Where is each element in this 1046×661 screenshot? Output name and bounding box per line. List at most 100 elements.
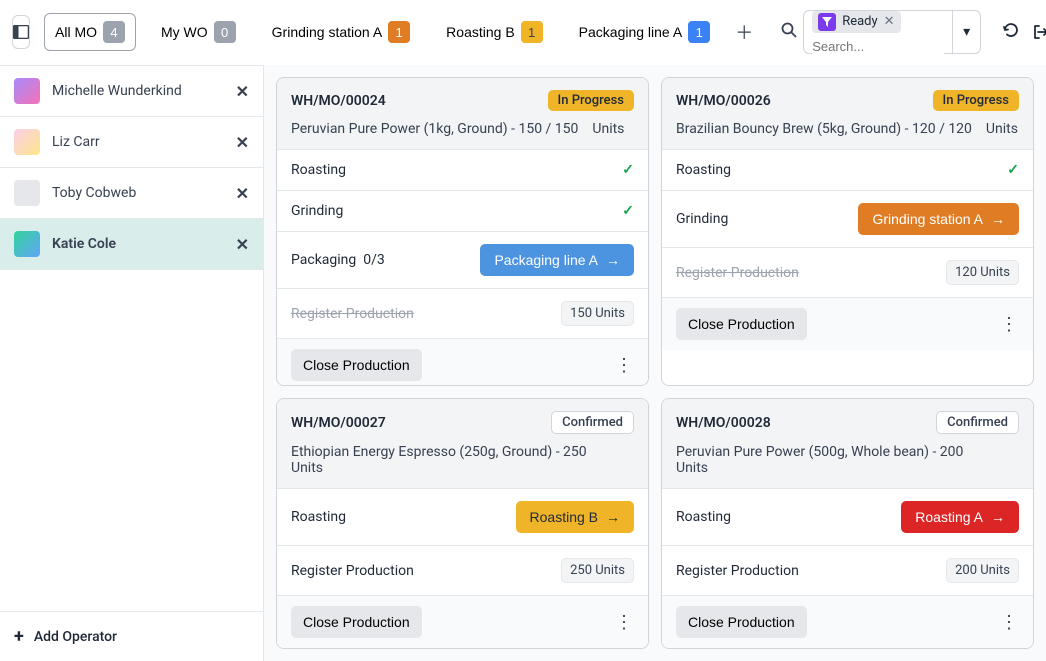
filter-icon — [818, 13, 836, 31]
close-production-button[interactable]: Close Production — [676, 308, 807, 340]
register-production-row: Register Production 250 Units — [277, 546, 648, 596]
search-input[interactable] — [812, 39, 944, 54]
chevron-down-icon: ▾ — [963, 24, 970, 40]
operator-row[interactable]: Toby Cobweb ✕ — [0, 168, 263, 219]
arrow-right-icon: → — [991, 211, 1005, 227]
search-box[interactable]: Ready ✕ — [803, 10, 953, 54]
close-button[interactable]: Close — [1033, 24, 1046, 40]
remove-operator-icon[interactable]: ✕ — [236, 82, 249, 101]
status-badge: Confirmed — [936, 411, 1019, 434]
register-label: Register Production — [291, 563, 414, 579]
operator-row[interactable]: Liz Carr ✕ — [0, 117, 263, 168]
search-filter-chip[interactable]: Ready ✕ — [812, 11, 900, 33]
mo-description: Ethiopian Energy Espresso (250g, Ground)… — [291, 444, 634, 476]
units-value: 250 Units — [561, 558, 634, 583]
refresh-icon — [1003, 22, 1019, 38]
station-button[interactable]: Roasting A → — [901, 501, 1019, 533]
work-order-row: Grinding ✓ — [277, 191, 648, 232]
close-production-button[interactable]: Close Production — [291, 349, 422, 381]
add-tab-button[interactable]: ＋ — [735, 18, 753, 46]
plus-icon: ＋ — [735, 19, 753, 45]
top-bar: All MO 4 My WO 0 Grinding station A 1 Ro… — [0, 0, 1046, 65]
tab-count-badge: 1 — [388, 21, 410, 43]
tab-count-badge: 1 — [521, 21, 543, 43]
avatar — [14, 129, 40, 155]
operator-row[interactable]: Katie Cole ✕ — [0, 219, 263, 270]
mo-card-grid: WH/MO/00024 In Progress Peruvian Pure Po… — [264, 65, 1046, 661]
operator-name: Toby Cobweb — [52, 185, 224, 201]
station-button[interactable]: Grinding station A → — [858, 203, 1019, 235]
search-icon — [781, 22, 797, 42]
status-badge: Confirmed — [551, 411, 634, 434]
register-production-row: Register Production 200 Units — [662, 546, 1033, 596]
close-production-button[interactable]: Close Production — [676, 606, 807, 638]
avatar — [14, 180, 40, 206]
work-order-row: Roasting Roasting A → — [662, 489, 1033, 546]
add-operator-label: Add Operator — [34, 629, 117, 645]
register-label: Register Production — [676, 265, 799, 281]
tab-label: My WO — [161, 24, 208, 40]
operator-name: Katie Cole — [52, 236, 224, 252]
check-icon: ✓ — [1007, 162, 1019, 178]
operator-name: Liz Carr — [52, 134, 224, 150]
work-order-row: Packaging 0/3 Packaging line A → — [277, 232, 648, 289]
mo-description: Peruvian Pure Power (1kg, Ground) - 150 … — [291, 121, 634, 137]
work-order-row: Grinding Grinding station A → — [662, 191, 1033, 248]
wo-label: Roasting — [676, 509, 731, 525]
mo-description: Brazilian Bouncy Brew (5kg, Ground) - 12… — [676, 121, 1019, 137]
close-production-button[interactable]: Close Production — [291, 606, 422, 638]
arrow-right-icon: → — [606, 252, 620, 268]
tab-all-mo[interactable]: All MO 4 — [44, 13, 136, 51]
tab-label: Roasting B — [446, 24, 514, 40]
tab-grinding-a[interactable]: Grinding station A 1 — [261, 13, 422, 51]
tab-my-wo[interactable]: My WO 0 — [150, 13, 247, 51]
remove-operator-icon[interactable]: ✕ — [236, 133, 249, 152]
operator-row[interactable]: Michelle Wunderkind ✕ — [0, 66, 263, 117]
chip-remove-icon[interactable]: ✕ — [884, 14, 895, 29]
work-order-row: Roasting ✓ — [662, 150, 1033, 191]
avatar — [14, 231, 40, 257]
kebab-menu-icon[interactable]: ⋮ — [999, 314, 1019, 335]
remove-operator-icon[interactable]: ✕ — [236, 184, 249, 203]
logout-icon — [1033, 24, 1046, 40]
toggle-sidebar-button[interactable] — [12, 15, 30, 49]
panel-icon — [13, 25, 29, 39]
mo-card: WH/MO/00027 Confirmed Ethiopian Energy E… — [276, 398, 649, 649]
tab-label: Grinding station A — [272, 24, 383, 40]
wo-label: Grinding — [676, 211, 728, 227]
mo-card: WH/MO/00028 Confirmed Peruvian Pure Powe… — [661, 398, 1034, 649]
wo-label: Packaging 0/3 — [291, 252, 385, 268]
wo-label: Grinding — [291, 203, 343, 219]
wo-label: Roasting — [291, 509, 346, 525]
operator-name: Michelle Wunderkind — [52, 83, 224, 99]
refresh-button[interactable] — [1003, 22, 1019, 42]
register-label: Register Production — [291, 306, 414, 322]
remove-operator-icon[interactable]: ✕ — [236, 235, 249, 254]
station-button[interactable]: Packaging line A → — [480, 244, 634, 276]
units-value: 200 Units — [946, 558, 1019, 583]
tab-packaging-a[interactable]: Packaging line A 1 — [568, 13, 722, 51]
kebab-menu-icon[interactable]: ⋮ — [614, 355, 634, 376]
plus-icon: + — [14, 626, 24, 647]
mo-card: WH/MO/00026 In Progress Brazilian Bouncy… — [661, 77, 1034, 386]
wo-label: Roasting — [676, 162, 731, 178]
check-icon: ✓ — [622, 203, 634, 219]
mo-number: WH/MO/00024 — [291, 93, 386, 109]
chip-label: Ready — [842, 14, 877, 29]
register-production-row: Register Production 150 Units — [277, 289, 648, 339]
mo-number: WH/MO/00027 — [291, 415, 386, 431]
arrow-right-icon: → — [991, 509, 1005, 525]
kebab-menu-icon[interactable]: ⋮ — [614, 612, 634, 633]
mo-number: WH/MO/00026 — [676, 93, 771, 109]
status-badge: In Progress — [548, 90, 634, 111]
check-icon: ✓ — [622, 162, 634, 178]
tab-roasting-b[interactable]: Roasting B 1 — [435, 13, 553, 51]
kebab-menu-icon[interactable]: ⋮ — [999, 612, 1019, 633]
register-production-row: Register Production 120 Units — [662, 248, 1033, 298]
tab-count-badge: 4 — [103, 21, 125, 43]
station-button[interactable]: Roasting B → — [516, 501, 634, 533]
status-badge: In Progress — [933, 90, 1019, 111]
mo-card: WH/MO/00024 In Progress Peruvian Pure Po… — [276, 77, 649, 386]
search-dropdown-toggle[interactable]: ▾ — [953, 10, 981, 54]
units-value: 120 Units — [946, 260, 1019, 285]
